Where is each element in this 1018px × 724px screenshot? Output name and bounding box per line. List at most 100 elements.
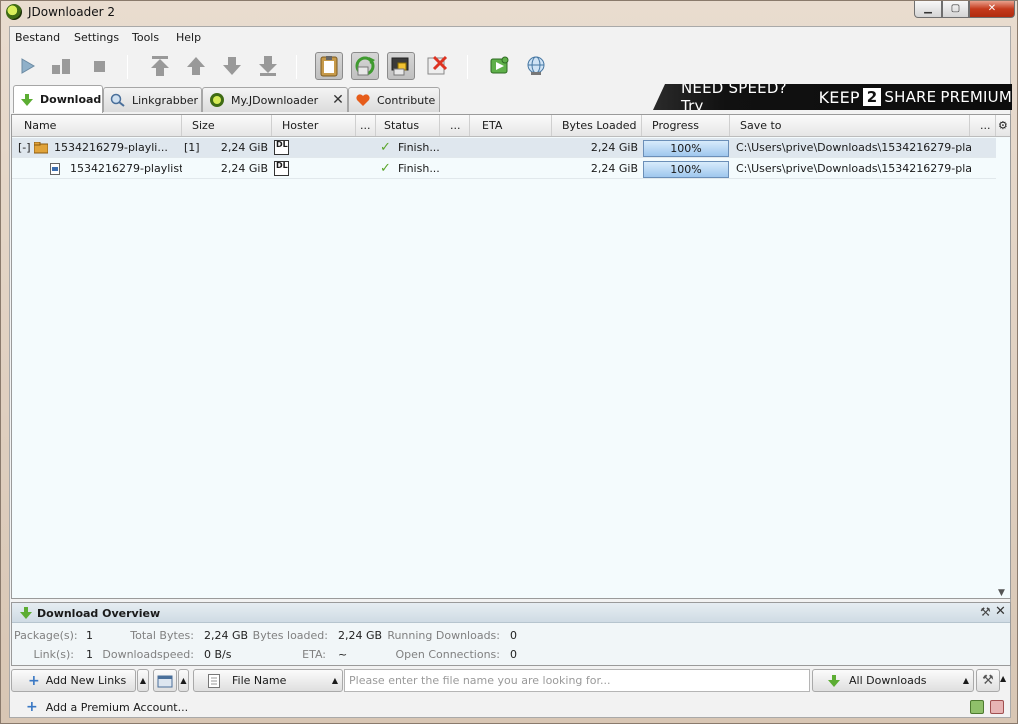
- link-bytes-loaded: 2,24 GiB: [590, 162, 638, 175]
- app-window: JDownloader 2 ▁ ▢ ✕ Bestand Settings Too…: [0, 0, 1018, 724]
- move-up-icon[interactable]: [182, 52, 210, 80]
- finished-check-icon: ✓: [380, 140, 391, 155]
- menu-bestand[interactable]: Bestand: [15, 31, 60, 44]
- jdownloader-logo-icon: [6, 4, 22, 20]
- plus-icon: +: [28, 672, 40, 689]
- col-progress[interactable]: Progress: [642, 115, 730, 136]
- search-input[interactable]: [344, 669, 810, 692]
- banner-keep: KEEP: [818, 87, 860, 107]
- tab-linkgrabber[interactable]: Linkgrabber: [103, 87, 202, 112]
- add-links-dropdown[interactable]: ▲: [137, 669, 149, 692]
- total-bytes-value: 2,24 GB: [204, 629, 249, 642]
- tab-contribute-label: Contribute: [377, 93, 436, 107]
- packages-label: Package(s):: [14, 629, 78, 642]
- toolbar: [10, 49, 1010, 85]
- tab-myjdownloader[interactable]: My.JDownloader ✕: [202, 87, 348, 112]
- premium-toggle-icon[interactable]: [423, 52, 451, 80]
- col-more-status[interactable]: ...: [440, 115, 470, 136]
- close-button[interactable]: ✕: [969, 1, 1015, 18]
- pause-icon[interactable]: [47, 52, 75, 80]
- menu-help[interactable]: Help: [176, 31, 201, 44]
- link-size: 2,24 GiB: [220, 162, 268, 175]
- heart-icon: [356, 94, 370, 106]
- reconnect-icon[interactable]: [486, 52, 514, 80]
- col-hoster[interactable]: Hoster: [272, 115, 356, 136]
- play-icon[interactable]: [13, 52, 41, 80]
- tab-linkgrabber-label: Linkgrabber: [132, 93, 199, 107]
- chevron-up-icon: ▲: [331, 676, 338, 685]
- tab-contribute[interactable]: Contribute: [348, 87, 440, 112]
- open-connections-label: Open Connections:: [395, 648, 500, 661]
- col-save-to[interactable]: Save to: [730, 115, 970, 136]
- package-link-count: [1]: [184, 141, 200, 154]
- package-status: Finish...: [398, 141, 440, 154]
- hoster-dl-badge: DL: [274, 161, 289, 176]
- wrench-icon[interactable]: ⚒: [980, 605, 991, 619]
- tab-download-label: Download: [40, 93, 102, 106]
- main-content: Bestand Settings Tools Help Download Lin…: [9, 26, 1012, 718]
- hoster-dl-badge: DL: [274, 140, 289, 155]
- link-status: Finish...: [398, 162, 440, 175]
- package-selection-icon[interactable]: [153, 669, 177, 692]
- bytes-loaded-value: 2,24 GB: [338, 629, 383, 642]
- view-filter-selector[interactable]: All Downloads ▲: [812, 669, 974, 692]
- status-bar: + Add a Premium Account...: [10, 696, 1010, 718]
- scroll-down-icon[interactable]: ▼: [998, 588, 1005, 598]
- link-name: 1534216279-playlist (...: [70, 162, 182, 175]
- vertical-scrollbar[interactable]: ▼: [996, 137, 1010, 598]
- auto-reconnect-icon[interactable]: [351, 52, 379, 80]
- search-field-selector[interactable]: File Name ▲: [193, 669, 343, 692]
- menu-tools[interactable]: Tools: [132, 31, 159, 44]
- col-name[interactable]: Name: [12, 115, 182, 136]
- package-folder-icon: [34, 138, 50, 158]
- download-arrow-icon: [20, 607, 32, 619]
- package-size: 2,24 GiB: [220, 141, 268, 154]
- move-top-icon[interactable]: [146, 52, 174, 80]
- toolbar-divider: [467, 55, 468, 79]
- add-new-links-button[interactable]: + Add New Links: [11, 669, 136, 692]
- silent-mode-icon[interactable]: [387, 52, 415, 80]
- col-eta[interactable]: ETA: [470, 115, 552, 136]
- finished-check-icon: ✓: [380, 161, 391, 176]
- column-settings-icon[interactable]: ⚙: [996, 115, 1010, 136]
- link-progress-bar: 100%: [643, 161, 729, 178]
- tab-download[interactable]: Download: [13, 85, 103, 113]
- close-overview-icon[interactable]: ✕: [995, 604, 1006, 619]
- bottom-toolbar: + Add New Links ▲ ▲ File Name ▲ All Down…: [10, 668, 1010, 694]
- col-size[interactable]: Size: [182, 115, 272, 136]
- col-more-hoster[interactable]: ...: [356, 115, 376, 136]
- update-status-icon[interactable]: [990, 700, 1004, 714]
- package-selection-dropdown[interactable]: ▲: [178, 669, 189, 692]
- bottom-settings-icon[interactable]: ⚒: [976, 669, 1000, 692]
- total-bytes-label: Total Bytes:: [130, 629, 194, 642]
- add-premium-account-link[interactable]: + Add a Premium Account...: [26, 699, 188, 715]
- table-row[interactable]: 1534216279-playlist (... 2,24 GiB DL ✓ F…: [12, 159, 996, 179]
- table-row[interactable]: [-] 1534216279-playli... [1] 2,24 GiB DL…: [12, 138, 996, 158]
- running-downloads-value: 0: [510, 629, 517, 642]
- add-new-links-label: Add New Links: [45, 674, 127, 687]
- table-header: Name Size Hoster ... Status ... ETA Byte…: [12, 115, 1010, 137]
- col-bytes-loaded[interactable]: Bytes Loaded: [552, 115, 642, 136]
- eta-value: ~: [338, 648, 348, 661]
- menu-settings[interactable]: Settings: [74, 31, 119, 44]
- maximize-button[interactable]: ▢: [942, 1, 969, 18]
- col-status[interactable]: Status: [376, 115, 440, 136]
- banner-prefix: NEED SPEED? Try: [681, 79, 787, 115]
- clipboard-observer-icon[interactable]: [315, 52, 343, 80]
- keep2share-ad-banner[interactable]: NEED SPEED? Try KEEP 2 SHARE PREMIUM: [653, 84, 1012, 110]
- plus-icon: +: [26, 699, 38, 715]
- bottom-settings-dropdown[interactable]: ▲: [1000, 674, 1006, 683]
- expand-collapse-toggle[interactable]: [-]: [18, 138, 32, 158]
- move-bottom-icon[interactable]: [254, 52, 282, 80]
- tab-close-icon[interactable]: ✕: [332, 92, 344, 108]
- minimize-button[interactable]: ▁: [914, 1, 942, 18]
- stop-icon[interactable]: [85, 52, 113, 80]
- reconnect-status-icon[interactable]: [970, 700, 984, 714]
- banner-share: SHARE: [884, 88, 937, 106]
- update-icon[interactable]: [522, 52, 550, 80]
- download-overview-panel: Download Overview ⚒ ✕ Package(s): 1 Tota…: [11, 602, 1011, 666]
- view-filter-label: All Downloads: [849, 674, 927, 687]
- download-arrow-icon: [21, 93, 33, 106]
- col-more[interactable]: ...: [970, 115, 996, 136]
- move-down-icon[interactable]: [218, 52, 246, 80]
